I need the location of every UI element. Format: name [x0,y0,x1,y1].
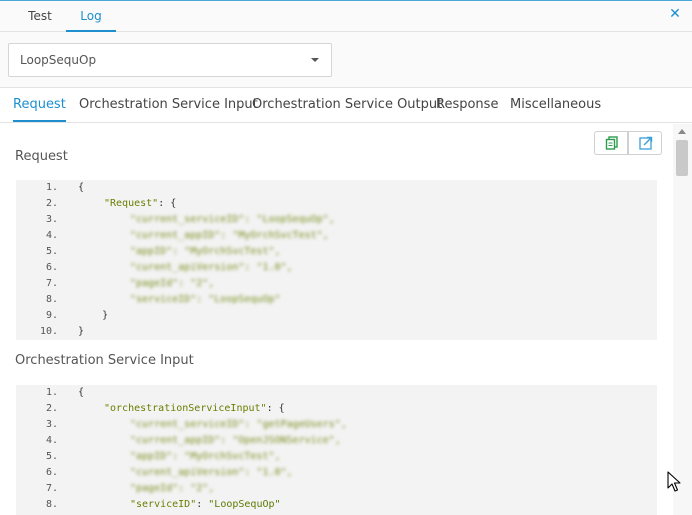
tab-miscellaneous[interactable]: Miscellaneous [510,89,601,122]
code-line: 9. } [45,310,109,321]
scroll-up-arrow-icon[interactable] [678,129,686,134]
code-line: 2. "Request": { [45,198,177,209]
popout-button[interactable] [628,131,662,155]
tab-test[interactable]: Test [16,1,64,32]
selector-area: LoopSequOp [0,32,692,88]
code-line: 8. "serviceID": "LoopSequOp" [45,294,281,305]
code-line: 6. "curent_apiVersion": "1.0", [45,467,293,478]
code-line: 5. "appID": "MyOrchSvcTest", [45,246,281,257]
code-line: 3. "current_serviceID": "LoopSequOp", [45,214,335,225]
code-line: 7. "pageId": "2", [45,278,215,289]
vertical-scrollbar[interactable] [673,124,692,515]
tab-log[interactable]: Log [66,1,116,32]
tab-response[interactable]: Response [436,89,498,122]
log-sub-tab-bar: Request Orchestration Service Input Orch… [0,89,692,123]
tab-orchestration-service-input[interactable]: Orchestration Service Input [79,89,258,122]
code-line: 4. "current_appID": "MyOrchSvcTest", [45,230,329,241]
code-line: 3. "current_serviceID": "getPageUsers", [45,419,347,430]
copy-button[interactable] [594,131,628,155]
input-code-block: 1.{ 2. "orchestrationServiceInput": { 3. "… [16,385,657,515]
request-section-title: Request [15,149,68,164]
code-line: 6. "curent_apiVersion": "1.0", [45,262,293,273]
scroll-thumb[interactable] [676,140,688,176]
code-line: 1.{ [45,182,85,193]
chevron-down-icon [311,58,319,62]
log-content-panel: Request 1.{ 2. "Request": { 3. "current_se… [0,124,673,515]
close-icon[interactable]: ✕ [668,7,682,21]
code-line: 4. "current_appID": "OpenJSONService", [45,435,341,446]
tab-request[interactable]: Request [13,89,66,122]
code-line: 1.{ [45,387,85,398]
mouse-cursor-icon [667,471,681,492]
popout-icon [639,136,653,150]
code-line: 7. "pageId": "2", [45,483,215,494]
operation-select-value: LoopSequOp [20,53,97,67]
code-line: 5. "appID": "MyOrchSvcTest", [45,451,281,462]
code-line: 8. "serviceID": "LoopSequOp" [45,499,281,510]
copy-icon [605,136,618,150]
request-code-block: 1.{ 2. "Request": { 3. "current_serviceID"… [16,180,657,340]
operation-select[interactable]: LoopSequOp [8,43,332,77]
code-line: 2. "orchestrationServiceInput": { [45,403,285,414]
tab-orchestration-service-output[interactable]: Orchestration Service Output [252,89,442,122]
code-line: 10.} [39,326,85,337]
top-tab-bar: Test Log ✕ [0,0,692,32]
input-section-title: Orchestration Service Input [15,353,194,368]
